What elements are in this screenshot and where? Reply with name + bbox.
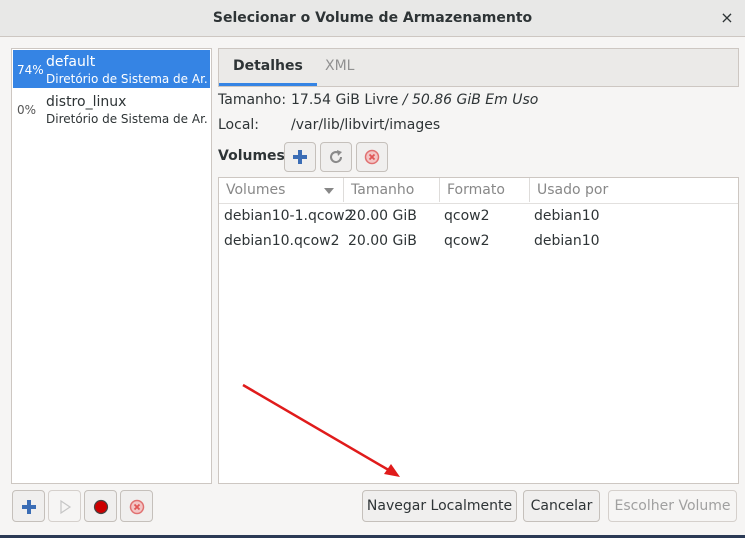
choose-volume-button[interactable]: Escolher Volume (608, 490, 737, 522)
stop-pool-button[interactable] (84, 490, 117, 522)
plus-icon (22, 500, 36, 514)
pool-name: distro_linux (46, 94, 127, 110)
cell-volume: debian10.qcow2 (224, 233, 340, 249)
stop-icon (93, 499, 109, 515)
pool-item-default[interactable]: 74% default Diretório de Sistema de Ar..… (13, 50, 210, 88)
cell-format: qcow2 (444, 233, 490, 249)
table-row[interactable]: debian10-1.qcow2 20.00 GiB qcow2 debian1… (219, 204, 738, 229)
plus-icon (293, 150, 307, 164)
close-icon[interactable]: × (715, 6, 739, 30)
tab-xml[interactable]: XML (311, 49, 368, 84)
volumes-label: Volumes (218, 148, 285, 164)
size-label: Tamanho: (218, 92, 287, 108)
table-row[interactable]: debian10.qcow2 20.00 GiB qcow2 debian10 (219, 229, 738, 254)
pool-list: 74% default Diretório de Sistema de Ar..… (11, 48, 212, 484)
size-used: 50.86 GiB Em Uso (411, 92, 539, 108)
tab-bar: Detalhes XML (218, 48, 739, 87)
cell-used-by: debian10 (534, 208, 600, 224)
cell-format: qcow2 (444, 208, 490, 224)
column-header-label: Volumes (226, 182, 286, 198)
pool-usage-percent: 0% (17, 103, 37, 117)
delete-icon (364, 149, 380, 165)
table-header: Volumes Tamanho Formato Usado por (219, 178, 738, 204)
cell-used-by: debian10 (534, 233, 600, 249)
location-value: /var/lib/libvirt/images (291, 117, 441, 133)
cell-volume: debian10-1.qcow2 (224, 208, 354, 224)
cancel-button[interactable]: Cancelar (523, 490, 600, 522)
size-free: 17.54 GiB Livre (291, 92, 399, 108)
pool-type: Diretório de Sistema de Ar... (46, 72, 208, 86)
window-title: Selecionar o Volume de Armazenamento (212, 10, 533, 26)
pool-name: default (46, 54, 96, 70)
pool-usage-percent: 74% (17, 63, 44, 77)
volumes-table: Volumes Tamanho Formato Usado por debian… (218, 177, 739, 484)
delete-icon (129, 499, 145, 515)
pool-type: Diretório de Sistema de Ar... (46, 112, 208, 126)
start-pool-button[interactable] (48, 490, 81, 522)
location-label: Local: (218, 117, 260, 133)
column-header-volumes[interactable]: Volumes (219, 178, 344, 202)
browse-local-button[interactable]: Navegar Localmente (362, 490, 517, 522)
delete-pool-button[interactable] (120, 490, 153, 522)
column-header-size[interactable]: Tamanho (344, 178, 440, 202)
sort-descending-icon (324, 188, 334, 194)
refresh-volumes-button[interactable] (320, 142, 352, 172)
cell-size: 20.00 GiB (348, 233, 417, 249)
pool-item-distro-linux[interactable]: 0% distro_linux Diretório de Sistema de … (13, 90, 210, 128)
size-separator: / (398, 92, 412, 108)
size-value: 17.54 GiB Livre / 50.86 GiB Em Uso (291, 92, 538, 108)
add-pool-button[interactable] (12, 490, 45, 522)
tab-details[interactable]: Detalhes (219, 49, 317, 86)
add-volume-button[interactable] (284, 142, 316, 172)
column-header-format[interactable]: Formato (440, 178, 530, 202)
play-icon (60, 499, 72, 515)
cell-size: 20.00 GiB (348, 208, 417, 224)
refresh-icon (330, 150, 343, 164)
column-header-used-by[interactable]: Usado por (530, 178, 738, 202)
delete-volume-button[interactable] (356, 142, 388, 172)
